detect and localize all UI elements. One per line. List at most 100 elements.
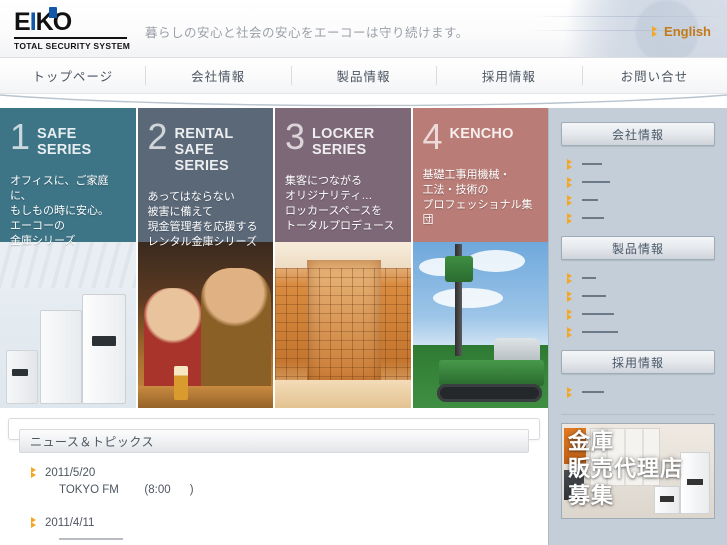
banner-description: あってはならない 被害に備えて 現金管理者を応援する レンタル金庫シリーズ xyxy=(147,191,258,248)
arrow-right-icon xyxy=(567,212,574,224)
logo-subtitle: TOTAL SECURITY SYSTEM xyxy=(14,41,131,51)
nav-item-contact[interactable]: お問い合せ xyxy=(581,58,727,93)
sidebar-link[interactable] xyxy=(567,383,715,401)
nav-item-products[interactable]: 製品情報 xyxy=(290,58,436,93)
arrow-right-icon xyxy=(567,194,574,206)
banner-number: 4 xyxy=(422,116,443,157)
banner-number: 1 xyxy=(10,116,31,157)
sidebar-link-label xyxy=(582,295,606,297)
news-list: 2011/5/20 TOKYO FM (8:00 ) 2011/4/11 xyxy=(19,453,529,540)
site-logo[interactable]: EIKO TOTAL SECURITY SYSTEM xyxy=(14,7,131,51)
sidebar-link-label xyxy=(582,331,618,333)
banner-photo-drill-rig xyxy=(412,242,548,408)
news-item-body: 2011/4/11 xyxy=(45,515,123,540)
sidebar-banner-dealer-recruit[interactable]: 金庫 販売代理店 募集 xyxy=(561,423,715,519)
news-item-detail: TOKYO FM (8:00 ) xyxy=(59,484,194,496)
arrow-right-icon xyxy=(567,158,574,170)
sidebar-section-company[interactable]: 会社情報 xyxy=(561,122,715,146)
news-list-item[interactable]: 2011/5/20 TOKYO FM (8:00 ) xyxy=(31,465,525,499)
curve-svg xyxy=(0,94,727,108)
sidebar-link[interactable] xyxy=(567,323,715,341)
sidebar-link[interactable] xyxy=(567,305,715,323)
sidebar-link-label xyxy=(582,199,598,201)
nav-label: お問い合せ xyxy=(620,70,689,84)
banner-panel-kencho[interactable]: 4 KENCHO 基礎工事用機械・ 工法・技術の プロフェッショナル集団 xyxy=(412,108,549,408)
nav-item-top[interactable]: トップページ xyxy=(0,58,145,93)
header-tagline: 暮らしの安心と社会の安心をエーコーは守り続けます。 xyxy=(145,26,469,40)
sidebar-divider xyxy=(561,414,715,415)
machine-body xyxy=(438,360,544,386)
english-language-link[interactable]: English xyxy=(652,24,711,39)
safe-tall xyxy=(680,452,710,514)
banner-panel-rental-safe-series[interactable]: 2 RENTAL SAFE SERIES あってはならない 被害に備えて 現金管… xyxy=(137,108,274,408)
banner-photo-safes xyxy=(0,242,136,408)
arrow-right-icon xyxy=(567,386,574,398)
logo-divider xyxy=(14,37,127,39)
sidebar-section-label: 製品情報 xyxy=(611,241,664,256)
safe-large xyxy=(82,294,126,404)
hero-banner-group: 1 SAFE SERIES オフィスに、ご家庭に、 もしもの時に安心。 エーコー… xyxy=(0,108,549,540)
key-icon xyxy=(49,7,57,18)
banner-title-en: LOCKER SERIES xyxy=(312,126,375,158)
news-item-date: 2011/5/20 xyxy=(45,467,96,479)
sidebar-link-label xyxy=(582,163,602,165)
news-panel: ニュース＆トピックス 2011/5/20 TOKYO FM (8:00 ) 20… xyxy=(8,418,540,540)
banner-photo-people xyxy=(137,242,273,408)
banner-text-block: 3 LOCKER SERIES 集客につながる オリジナリティ… ロッカースペー… xyxy=(275,108,411,234)
sidebar-link[interactable] xyxy=(567,191,715,209)
sidebar-section-label: 採用情報 xyxy=(611,355,664,370)
sidebar-link[interactable] xyxy=(567,269,715,287)
nav-label: トップページ xyxy=(32,70,114,84)
beer-glass xyxy=(173,366,188,400)
arrow-right-icon xyxy=(567,308,574,320)
sidebar-section-recruit[interactable]: 採用情報 xyxy=(561,350,715,374)
sidebar-link[interactable] xyxy=(567,209,715,227)
sidebar-link-label xyxy=(582,313,614,315)
english-label: English xyxy=(664,24,711,39)
site-header: EIKO TOTAL SECURITY SYSTEM 暮らしの安心と社会の安心を… xyxy=(0,0,727,58)
nav-item-company[interactable]: 会社情報 xyxy=(145,58,290,93)
sidebar-links-company xyxy=(561,146,715,236)
banner-description: オフィスに、ご家庭に、 もしもの時に安心。 エーコーの 金庫シリーズ xyxy=(10,175,109,247)
arrow-right-icon xyxy=(567,290,574,302)
banner-number: 3 xyxy=(285,116,306,157)
nav-item-recruit[interactable]: 採用情報 xyxy=(436,58,581,93)
sidebar-link-label xyxy=(582,181,610,183)
sidebar-banner-text: 金庫 販売代理店 募集 xyxy=(568,429,684,508)
banner-text-block: 4 KENCHO 基礎工事用機械・ 工法・技術の プロフェッショナル集団 xyxy=(413,108,549,228)
banner-description: 基礎工事用機械・ 工法・技術の プロフェッショナル集団 xyxy=(422,169,533,226)
sidebar-link-label xyxy=(582,217,604,219)
locker-grid xyxy=(275,268,411,382)
arrow-right-icon xyxy=(567,272,574,284)
arrow-right-icon xyxy=(31,467,38,478)
sidebar-links-products xyxy=(561,260,715,350)
news-list-item[interactable]: 2011/4/11 xyxy=(31,515,525,540)
banner-title-en: SAFE SERIES xyxy=(37,126,92,158)
arrow-right-icon xyxy=(567,176,574,188)
cloud xyxy=(466,250,525,272)
drill-head xyxy=(444,256,473,282)
banner-panel-locker-series[interactable]: 3 LOCKER SERIES 集客につながる オリジナリティ… ロッカースペー… xyxy=(275,108,411,408)
sidebar-link[interactable] xyxy=(567,287,715,305)
banner-title-row: 2 RENTAL SAFE SERIES xyxy=(148,119,264,175)
banner-title-row: 3 LOCKER SERIES xyxy=(285,116,401,159)
sidebar-link-label xyxy=(582,277,596,279)
counter-bar xyxy=(137,386,273,408)
keypad-icon xyxy=(687,479,703,485)
banner-text-block: 2 RENTAL SAFE SERIES あってはならない 被害に備えて 現金管… xyxy=(138,108,274,250)
sidebar-link[interactable] xyxy=(567,173,715,191)
nav-label: 会社情報 xyxy=(191,70,246,84)
sidebar-section-label: 会社情報 xyxy=(611,127,664,142)
arrow-right-icon xyxy=(31,517,38,528)
sidebar-links-recruit xyxy=(561,374,715,410)
right-sidebar: 会社情報 製品情報 採用情報 金庫 販売代理店 募集 xyxy=(548,108,727,545)
banner-panel-safe-series[interactable]: 1 SAFE SERIES オフィスに、ご家庭に、 もしもの時に安心。 エーコー… xyxy=(0,108,136,408)
keypad-icon xyxy=(12,369,28,376)
sidebar-section-products[interactable]: 製品情報 xyxy=(561,236,715,260)
banner-text-block: 1 SAFE SERIES オフィスに、ご家庭に、 もしもの時に安心。 エーコー… xyxy=(0,108,136,249)
logo-letter-e: E xyxy=(14,8,31,36)
sidebar-link[interactable] xyxy=(567,155,715,173)
curved-divider xyxy=(0,94,727,108)
main-navigation: トップページ 会社情報 製品情報 採用情報 お問い合せ xyxy=(0,58,727,94)
keypad-icon xyxy=(92,336,116,346)
